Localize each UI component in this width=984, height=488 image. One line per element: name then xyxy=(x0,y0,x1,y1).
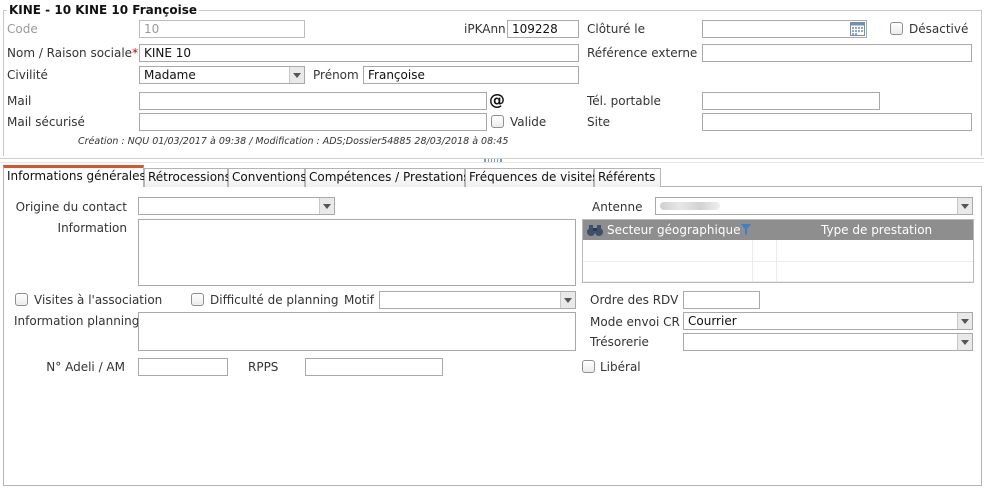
tab-retrocessions[interactable]: Rétrocessions xyxy=(144,168,231,187)
chevron-down-icon[interactable] xyxy=(957,334,972,350)
rpps-field[interactable] xyxy=(305,358,443,376)
chevron-down-icon[interactable] xyxy=(289,67,304,83)
grid-col-type-prestation[interactable]: Type de prestation xyxy=(821,220,932,240)
grid-col-divider xyxy=(776,240,777,282)
audit-info: Création : NQU 01/03/2017 à 09:38 / Modi… xyxy=(78,136,509,147)
civilite-select[interactable]: Madame xyxy=(139,66,305,84)
nom-field[interactable]: KINE 10 xyxy=(139,44,579,62)
chevron-down-icon[interactable] xyxy=(560,292,575,308)
ipkann-label: iPKAnn xyxy=(464,22,506,36)
information-label: Information xyxy=(57,221,127,235)
tab-conventions[interactable]: Conventions xyxy=(228,168,307,187)
splitter-grip-icon[interactable] xyxy=(484,159,502,162)
antenne-label: Antenne xyxy=(592,200,643,214)
prenom-label: Prénom xyxy=(313,68,359,82)
tab-frequences-visites[interactable]: Fréquences de visites xyxy=(465,168,599,187)
ref-externe-field[interactable] xyxy=(702,44,972,62)
origine-label: Origine du contact xyxy=(15,200,127,214)
tresorerie-select[interactable] xyxy=(683,333,973,351)
civilite-value: Madame xyxy=(144,68,196,82)
antenne-redacted-value xyxy=(660,202,720,210)
adeli-field[interactable] xyxy=(138,358,228,376)
cloture-label: Clôturé le xyxy=(587,22,645,36)
code-label: Code xyxy=(7,22,38,36)
mail-label: Mail xyxy=(7,94,32,108)
grid-row-divider xyxy=(583,281,973,282)
record-title: KINE - 10 KINE 10 Françoise xyxy=(7,3,200,17)
chevron-down-icon[interactable] xyxy=(957,313,972,329)
desactive-checkbox[interactable] xyxy=(890,22,903,35)
civilite-label: Civilité xyxy=(7,68,48,82)
antenne-select[interactable] xyxy=(655,197,973,215)
difficulte-checkbox[interactable] xyxy=(191,293,204,306)
ordre-rdv-field[interactable] xyxy=(683,291,760,309)
ordre-rdv-label: Ordre des RDV xyxy=(590,293,679,307)
tab-informations-generales[interactable]: Informations générales xyxy=(3,165,146,187)
tab-competences-prestations[interactable]: Compétences / Prestations xyxy=(305,168,470,187)
prenom-field[interactable]: Françoise xyxy=(363,66,579,84)
calendar-icon[interactable] xyxy=(850,21,865,36)
panel-splitter[interactable] xyxy=(0,158,984,163)
tresorerie-label: Trésorerie xyxy=(590,335,649,349)
tel-portable-label: Tél. portable xyxy=(587,94,661,108)
mode-envoi-value: Courrier xyxy=(688,314,737,328)
visites-label: Visites à l'association xyxy=(34,293,163,307)
adeli-label: N° Adeli / AM xyxy=(46,360,125,374)
ipkann-field[interactable]: 109228 xyxy=(507,20,579,38)
motif-select[interactable] xyxy=(379,291,576,309)
info-planning-textarea[interactable] xyxy=(138,312,576,351)
mail-field[interactable] xyxy=(139,92,487,110)
nom-label: Nom / Raison sociale* xyxy=(7,46,139,60)
grid-row-divider xyxy=(583,261,973,262)
visites-checkbox[interactable] xyxy=(15,293,28,306)
desactive-label: Désactivé xyxy=(909,22,969,36)
valide-checkbox[interactable] xyxy=(491,115,504,128)
email-at-icon[interactable]: @ xyxy=(489,91,505,109)
information-textarea[interactable] xyxy=(138,219,576,286)
binoculars-icon[interactable] xyxy=(586,223,604,237)
rpps-label: RPPS xyxy=(248,360,279,374)
chevron-down-icon[interactable] xyxy=(319,198,334,214)
mode-envoi-label: Mode envoi CR xyxy=(590,315,680,329)
ref-externe-label: Référence externe xyxy=(587,46,698,60)
cloture-date-field[interactable] xyxy=(702,20,867,38)
tel-portable-field[interactable] xyxy=(702,92,880,110)
difficulte-label: Difficulté de planning xyxy=(210,293,339,307)
mail-securise-field[interactable] xyxy=(139,113,487,131)
tab-referents[interactable]: Référents xyxy=(594,168,661,187)
motif-label: Motif xyxy=(344,293,374,307)
required-marker: * xyxy=(132,46,139,60)
liberal-checkbox[interactable] xyxy=(582,360,595,373)
secteurs-grid: Secteur géographique Type de prestation xyxy=(582,219,974,283)
valide-label: Valide xyxy=(510,115,547,129)
filter-icon[interactable] xyxy=(741,222,751,235)
chevron-down-icon[interactable] xyxy=(957,198,972,214)
mail-securise-label: Mail sécurisé xyxy=(7,115,85,129)
code-field[interactable]: 10 xyxy=(139,20,305,38)
mode-envoi-select[interactable]: Courrier xyxy=(683,312,973,330)
origine-select[interactable] xyxy=(138,197,335,215)
grid-col-secteur[interactable]: Secteur géographique xyxy=(607,220,740,240)
grid-col-divider xyxy=(752,240,753,282)
site-label: Site xyxy=(587,115,611,129)
site-field[interactable] xyxy=(702,113,972,131)
info-planning-label: Information planning xyxy=(14,314,140,328)
liberal-label: Libéral xyxy=(600,360,641,374)
grid-header: Secteur géographique Type de prestation xyxy=(583,220,973,240)
